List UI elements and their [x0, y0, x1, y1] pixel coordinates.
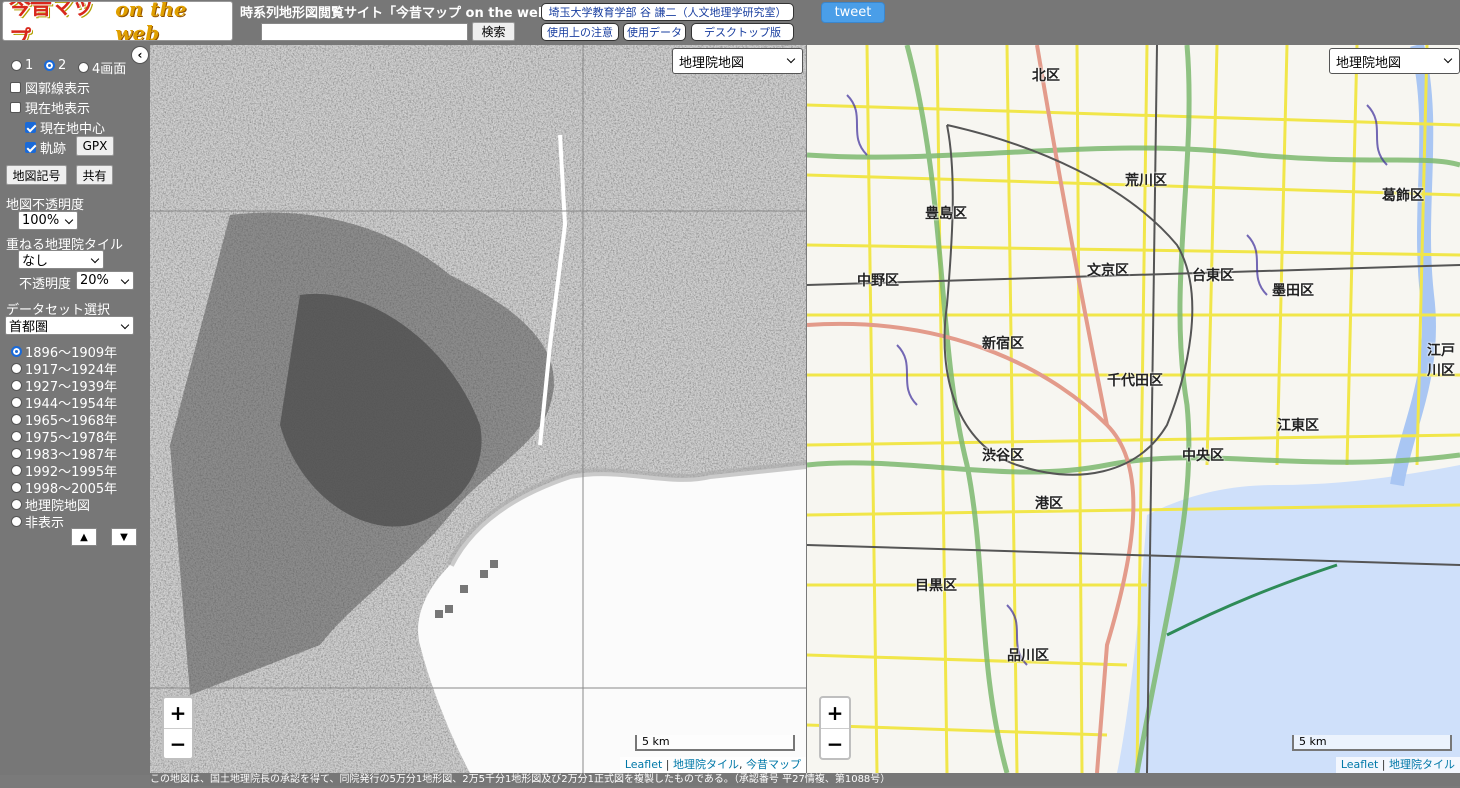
checkbox-icon: [10, 102, 21, 113]
radio-icon: [11, 60, 22, 71]
radio-icon: [11, 516, 22, 527]
checkbox-icon: [10, 82, 21, 93]
district-label: 品川区: [1007, 648, 1049, 664]
map-pane-right[interactable]: 北区荒川区豊島区文京区 台東区墨田区 葛飾区中野区新宿区千代田区江東区中央区 渋谷区港…: [807, 45, 1460, 773]
data-link[interactable]: 使用データ: [623, 23, 686, 41]
search-input[interactable]: [261, 23, 468, 41]
checkbox-checked-icon: [25, 122, 36, 133]
screen-mode-4[interactable]: 4画面: [78, 58, 126, 77]
period-label: 非表示: [25, 516, 65, 531]
right-zoom-control: + −: [819, 696, 851, 760]
radio-selected-icon: [44, 60, 55, 71]
lab-link[interactable]: 埼玉大学教育学部 谷 謙二（人文地理学研究室）: [541, 3, 794, 21]
district-label: 文京区: [1087, 263, 1129, 279]
right-scale-bar: 5 km: [1292, 735, 1452, 751]
radio-icon: [11, 499, 22, 510]
collapse-sidebar-icon[interactable]: ‹: [131, 46, 149, 64]
overlay-opacity-select[interactable]: 20%: [76, 271, 134, 290]
zoom-out-button[interactable]: −: [164, 728, 192, 758]
current-location-checkbox[interactable]: 現在地表示: [10, 98, 90, 117]
center-label: 現在地中心: [40, 122, 106, 137]
gsi-tile-link[interactable]: 地理院タイル: [1389, 758, 1455, 771]
period-option[interactable]: 非表示: [11, 512, 64, 531]
district-label: 台東区: [1192, 268, 1234, 284]
screen-mode-label: 2: [58, 58, 67, 73]
left-attribution: Leaflet | 地理院タイル, 今昔マップ: [619, 757, 806, 773]
radio-selected-icon: [11, 346, 22, 357]
district-label: 目黒区: [915, 578, 957, 594]
period-up-icon[interactable]: ▲: [71, 528, 97, 546]
center-checkbox[interactable]: 現在地中心: [25, 118, 105, 137]
track-checkbox[interactable]: 軌跡: [25, 138, 66, 157]
district-label: 墨田区: [1272, 283, 1314, 299]
district-label: 新宿区: [982, 336, 1024, 352]
district-label: 中央区: [1182, 448, 1224, 464]
leaflet-link[interactable]: Leaflet: [1341, 758, 1378, 771]
sidebar: ‹ 1 2 4画面 図郭線表示 現在地表示 現在地中心 軌跡 GPX 地図記号 …: [0, 45, 150, 775]
share-button[interactable]: 共有: [76, 165, 113, 185]
current-location-label: 現在地表示: [25, 102, 91, 117]
zoom-in-button[interactable]: +: [164, 698, 192, 728]
period-down-icon[interactable]: ▼: [111, 528, 137, 546]
right-map-select[interactable]: 地理院地図: [1329, 48, 1460, 74]
district-label: 荒川区: [1125, 173, 1167, 189]
logo-main-text: 今昔マップ: [9, 1, 94, 41]
district-label: 渋谷区: [982, 448, 1024, 464]
grid-checkbox[interactable]: 図郭線表示: [10, 78, 90, 97]
tweet-button[interactable]: tweet: [821, 2, 885, 23]
caution-link[interactable]: 使用上の注意: [541, 23, 619, 41]
district-label: 江戸川区: [1427, 343, 1455, 379]
radio-icon: [11, 448, 22, 459]
opacity-select[interactable]: 100%: [18, 211, 78, 230]
gsi-modern-map[interactable]: [807, 45, 1460, 773]
screen-mode-label: 1: [25, 58, 34, 73]
logo-sub-text: on the web: [115, 1, 187, 41]
district-label: 葛飾区: [1382, 188, 1424, 204]
left-scale-bar: 5 km: [635, 735, 795, 751]
district-label: 千代田区: [1107, 373, 1163, 389]
grid-label: 図郭線表示: [25, 82, 91, 97]
map-symbols-button[interactable]: 地図記号: [6, 165, 67, 185]
radio-icon: [78, 62, 89, 73]
radio-icon: [11, 431, 22, 442]
gpx-button[interactable]: GPX: [76, 136, 114, 156]
district-label: 豊島区: [925, 206, 967, 222]
checkbox-checked-icon: [25, 142, 36, 153]
screen-mode-1[interactable]: 1: [11, 58, 33, 73]
radio-icon: [11, 414, 22, 425]
zoom-in-button[interactable]: +: [821, 698, 849, 728]
zoom-out-button[interactable]: −: [821, 728, 849, 758]
site-title: 時系列地形図閲覧サイト「今昔マップ on the web」: [240, 6, 561, 21]
konjaku-link[interactable]: 今昔マップ: [746, 758, 801, 771]
radio-icon: [11, 465, 22, 476]
district-label: 中野区: [857, 273, 899, 289]
right-attribution: Leaflet | 地理院タイル: [1335, 757, 1460, 773]
radio-icon: [11, 397, 22, 408]
overlay-select[interactable]: なし: [18, 250, 104, 269]
radio-icon: [11, 380, 22, 391]
district-label: 江東区: [1277, 418, 1319, 434]
district-label: 北区: [1032, 68, 1060, 84]
radio-icon: [11, 363, 22, 374]
overlay-opacity-label: 不透明度: [19, 277, 72, 292]
site-logo[interactable]: 今昔マップ on the web: [2, 1, 233, 41]
screen-mode-label: 4画面: [92, 62, 127, 77]
gsi-tile-link[interactable]: 地理院タイル: [673, 758, 739, 771]
left-zoom-control: + −: [162, 696, 194, 760]
search-button[interactable]: 検索: [472, 22, 515, 41]
screen-mode-2[interactable]: 2: [44, 58, 66, 73]
radio-icon: [11, 482, 22, 493]
header-bar: 今昔マップ on the web 時系列地形図閲覧サイト「今昔マップ on th…: [0, 0, 1460, 45]
track-label: 軌跡: [40, 142, 67, 157]
district-label: 港区: [1035, 496, 1063, 512]
desktop-link[interactable]: デスクトップ版: [691, 23, 794, 41]
left-map-select[interactable]: 地理院地図: [672, 48, 803, 74]
dataset-select[interactable]: 首都圏: [5, 316, 134, 335]
old-topographic-map[interactable]: [150, 45, 806, 773]
leaflet-link[interactable]: Leaflet: [625, 758, 662, 771]
copyright-note: この地図は、国土地理院長の承認を得て、同院発行の5万分1地形図、2万5千分1地形…: [150, 773, 1460, 786]
map-pane-left[interactable]: 地理院地図 + − 5 km Leaflet | 地理院タイル, 今昔マップ: [150, 45, 806, 773]
